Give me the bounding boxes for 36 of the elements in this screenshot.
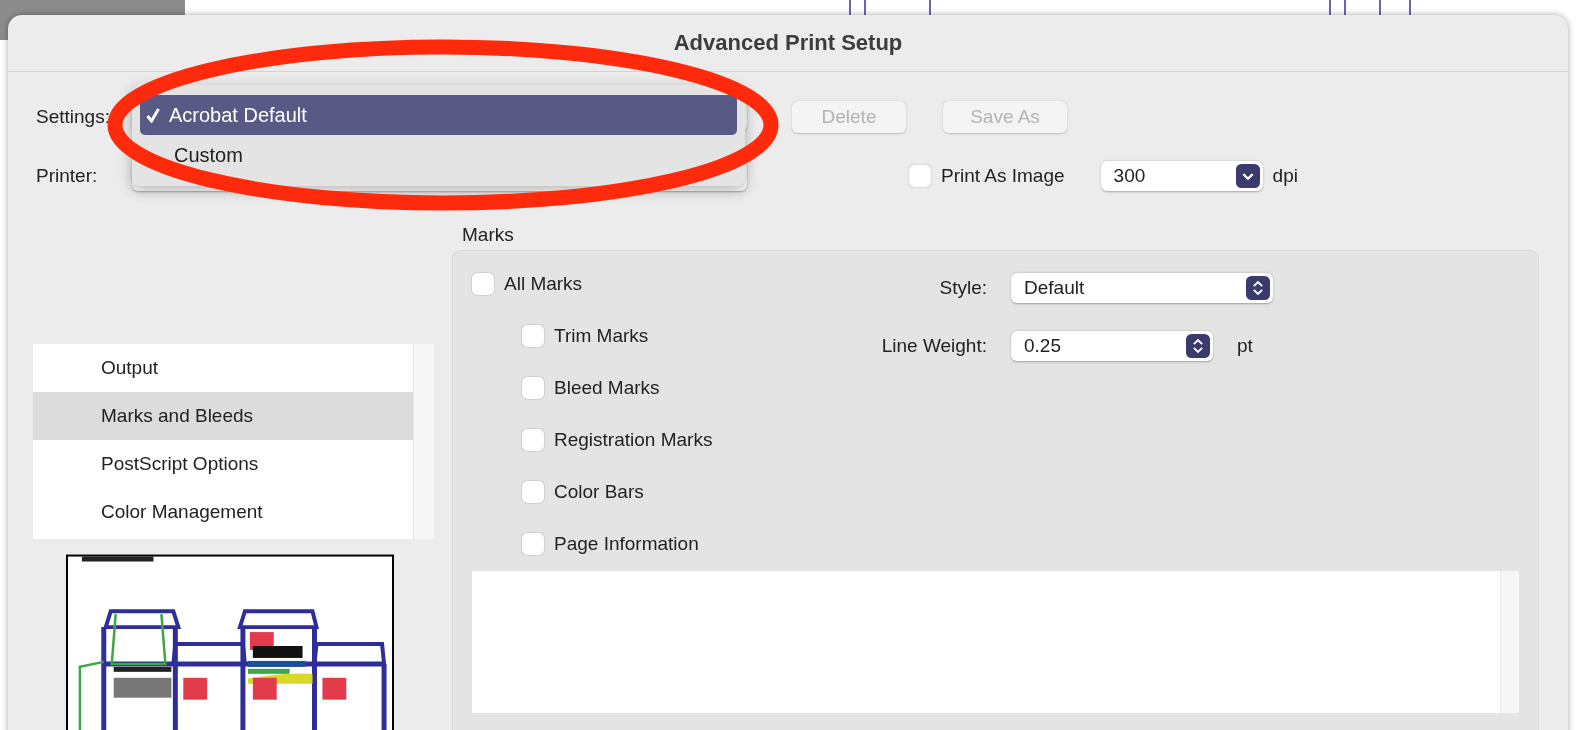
menu-item[interactable]: Custom	[140, 135, 737, 175]
unit-label: pt	[1237, 335, 1253, 357]
checkbox[interactable]	[522, 481, 544, 503]
stepper-icon	[1246, 276, 1270, 300]
marks-heading: Marks	[462, 224, 515, 247]
checkbox-label: Color Bars	[554, 481, 644, 503]
checkbox[interactable]	[522, 429, 544, 451]
checkbox-label: Page Information	[554, 533, 699, 555]
print-as-image-label: Print As Image	[941, 165, 1065, 187]
section-item[interactable]: Color Management	[33, 488, 413, 536]
chevron-down-icon	[1235, 164, 1260, 188]
window-title: Advanced Print Setup	[673, 30, 903, 56]
checkbox[interactable]	[522, 325, 544, 347]
section-item[interactable]: PostScript Options	[33, 440, 413, 488]
resolution-popup[interactable]: 300	[1100, 161, 1263, 191]
section-item[interactable]: Marks and Bleeds	[33, 392, 413, 440]
style-popup[interactable]: Default	[1011, 273, 1273, 303]
scroll-bar[interactable]	[413, 344, 434, 539]
stepper-icon	[1186, 334, 1210, 358]
unit-label: dpi	[1272, 165, 1298, 187]
checkmark-icon	[146, 107, 160, 123]
line-weight-popup[interactable]: 0.25	[1011, 331, 1213, 361]
settings-label: Settings:	[36, 106, 111, 128]
checkbox[interactable]	[522, 377, 544, 399]
checkbox[interactable]	[522, 533, 544, 555]
checkbox-label: Trim Marks	[554, 325, 649, 347]
style-label: Style:	[938, 277, 987, 299]
menu-item[interactable]: Acrobat Default	[140, 95, 737, 135]
checkbox-label: Bleed Marks	[554, 377, 660, 399]
line-weight-label: Line Weight:	[880, 335, 987, 357]
checkbox-label: All Marks	[504, 273, 583, 295]
printer-label: Printer:	[36, 165, 99, 187]
section-item[interactable]: Output	[33, 344, 413, 392]
checkbox[interactable]	[472, 273, 494, 295]
checkbox-label: Registration Marks	[554, 429, 713, 451]
checkbox[interactable]	[909, 165, 931, 187]
